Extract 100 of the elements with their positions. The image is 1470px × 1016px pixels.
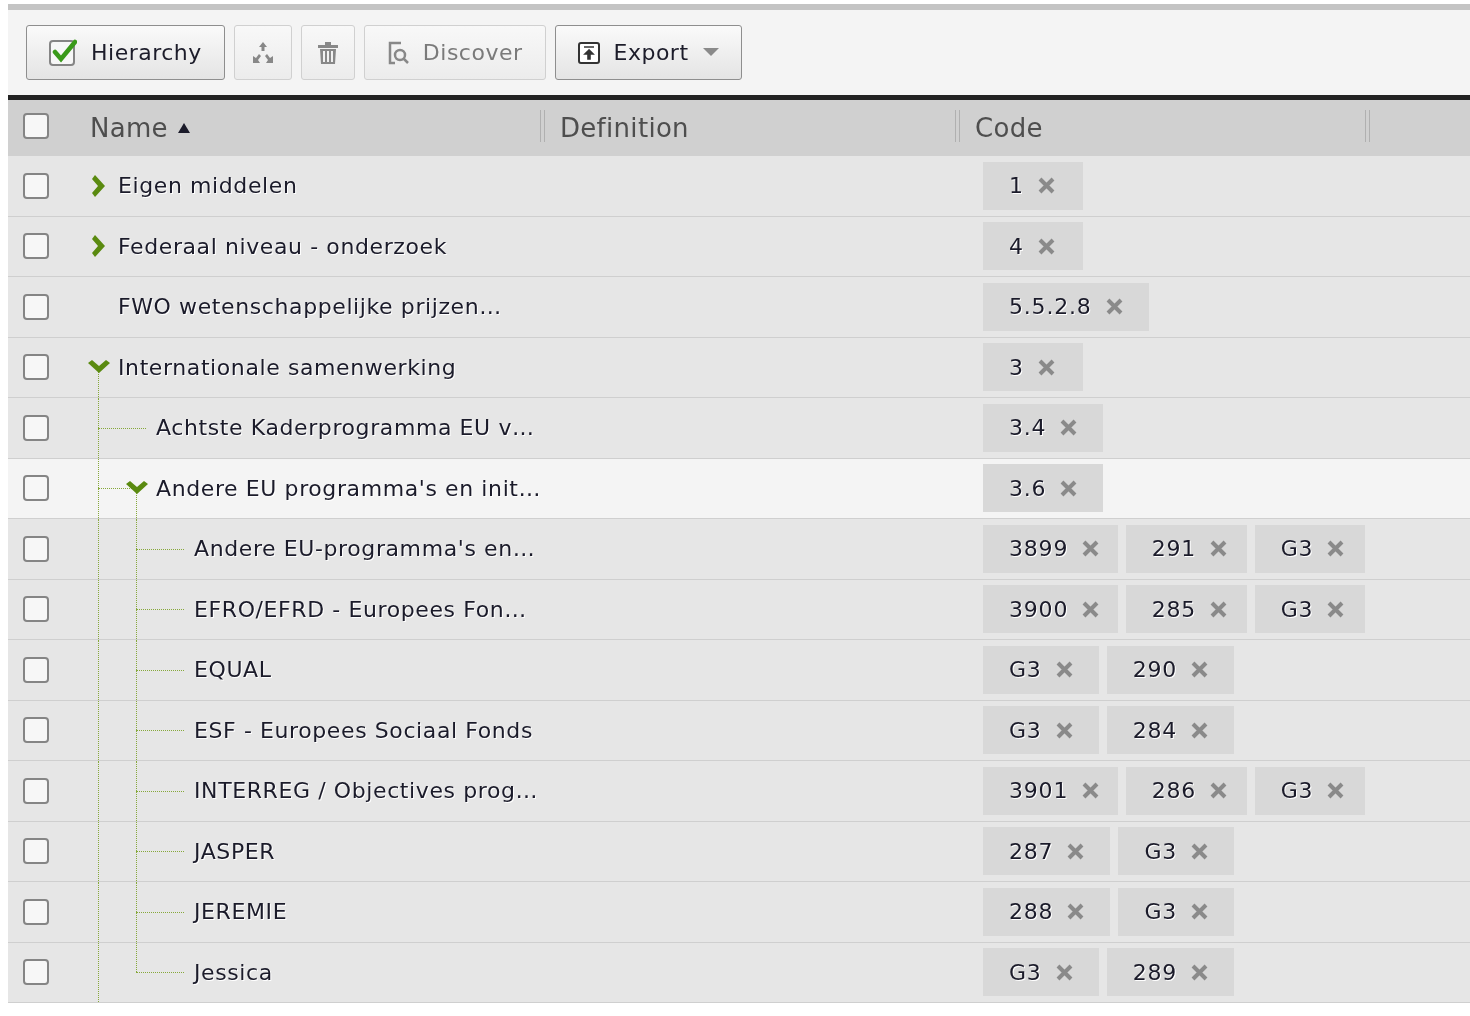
code-label: G3 <box>1009 717 1042 743</box>
remove-icon[interactable] <box>1105 298 1123 316</box>
code-label: G3 <box>1009 657 1042 683</box>
row-checkbox[interactable] <box>23 171 51 200</box>
tree-row[interactable]: Internationale samenwerking 3 <box>8 337 1470 398</box>
tree-row[interactable]: Jessica G3 289 <box>8 942 1470 1003</box>
tree-row[interactable]: Andere EU programma's en init… 3.6 <box>8 458 1470 519</box>
item-name: Achtste Kaderprogramma EU v… <box>156 415 535 441</box>
code-label: 288 <box>1009 899 1054 925</box>
code-label: 3899 <box>1009 536 1069 562</box>
remove-icon[interactable] <box>1191 661 1209 679</box>
code-label: 289 <box>1132 959 1178 985</box>
code-label: 286 <box>1151 778 1197 804</box>
chevron-right-icon[interactable] <box>92 235 106 258</box>
remove-icon[interactable] <box>1082 600 1100 618</box>
code-label: G3 <box>1280 596 1314 622</box>
remove-icon[interactable] <box>1191 721 1209 739</box>
column-header[interactable]: Definition <box>540 100 955 156</box>
tree-row[interactable]: EFRO/EFRD - Europees Fon… 3900 285 G3 <box>8 579 1470 640</box>
code-label: G3 <box>1144 838 1178 864</box>
row-checkbox[interactable] <box>23 958 51 987</box>
row-checkbox[interactable] <box>23 716 51 745</box>
tree-row[interactable]: Andere EU-programma's en… 3899 291 G3 <box>8 519 1470 580</box>
row-checkbox[interactable] <box>23 413 51 442</box>
row-checkbox[interactable] <box>23 595 51 624</box>
export-button[interactable]: Export <box>554 25 742 80</box>
code-label: 1 <box>1009 173 1024 199</box>
remove-icon[interactable] <box>1191 903 1209 921</box>
row-checkbox[interactable] <box>23 776 51 805</box>
tree-row[interactable]: Eigen middelen 1 <box>8 156 1470 217</box>
row-checkbox[interactable] <box>23 232 51 261</box>
remove-icon[interactable] <box>1191 963 1209 981</box>
row-checkbox[interactable] <box>23 353 51 382</box>
row-checkbox[interactable] <box>23 474 51 503</box>
remove-icon[interactable] <box>1082 540 1100 558</box>
tree-row[interactable]: JEREMIE 288 G3 <box>8 882 1470 943</box>
remove-icon[interactable] <box>1067 842 1085 860</box>
chevron-right-icon[interactable] <box>92 174 106 197</box>
caret-icon <box>702 48 719 57</box>
item-name: Andere EU-programma's en… <box>194 536 536 562</box>
column-header[interactable]: Code <box>955 100 1365 156</box>
item-name: Jessica <box>194 959 273 985</box>
item-name: JASPER <box>194 838 276 864</box>
remove-icon[interactable] <box>1055 963 1073 981</box>
item-name: EFRO/EFRD - Europees Fon… <box>194 596 527 622</box>
item-name: FWO wetenschappelijke prijzen… <box>118 294 502 320</box>
tree-row[interactable]: Achtste Kaderprogramma EU v… 3.4 <box>8 398 1470 459</box>
tree-row[interactable]: FWO wetenschappelijke prijzen… 5.5.2.8 <box>8 277 1470 338</box>
remove-icon[interactable] <box>1067 903 1085 921</box>
item-name: Eigen middelen <box>118 173 298 199</box>
code-label: 284 <box>1132 717 1178 743</box>
item-name: INTERREG / Objectives prog… <box>194 778 539 804</box>
hierarchy-button[interactable]: Hierarchy <box>26 25 225 80</box>
tree-row[interactable]: Federaal niveau - onderzoek 4 <box>8 216 1470 277</box>
column-header[interactable]: Name <box>70 100 540 156</box>
tree-row[interactable]: ESF - Europees Sociaal Fonds G3 284 <box>8 700 1470 761</box>
row-checkbox[interactable] <box>23 655 51 684</box>
remove-icon[interactable] <box>1210 540 1228 558</box>
code-label: G3 <box>1144 899 1178 925</box>
remove-icon[interactable] <box>1210 782 1228 800</box>
item-name: ESF - Europees Sociaal Fonds <box>194 717 533 743</box>
remove-icon[interactable] <box>1060 479 1078 497</box>
remove-icon[interactable] <box>1327 600 1345 618</box>
row-checkbox[interactable] <box>23 897 51 926</box>
code-label: G3 <box>1280 778 1314 804</box>
code-label: G3 <box>1280 536 1314 562</box>
tree-row[interactable]: JASPER 287 G3 <box>8 821 1470 882</box>
trash-icon <box>317 41 338 64</box>
row-checkbox[interactable] <box>23 534 51 563</box>
code-label: 3 <box>1009 354 1024 380</box>
remove-icon[interactable] <box>1037 358 1055 376</box>
document-search-icon <box>386 40 409 65</box>
row-checkbox[interactable] <box>23 837 51 866</box>
code-label: 3.4 <box>1009 415 1047 441</box>
remove-icon[interactable] <box>1055 721 1073 739</box>
code-label: 5.5.2.8 <box>1009 294 1092 320</box>
code-label: 291 <box>1151 536 1197 562</box>
code-label: 3.6 <box>1009 475 1047 501</box>
export-icon <box>577 41 600 64</box>
item-name: Federaal niveau - onderzoek <box>118 233 447 259</box>
code-label: 290 <box>1132 657 1178 683</box>
item-name: JEREMIE <box>194 899 288 925</box>
select-all-checkbox[interactable] <box>23 112 51 140</box>
remove-icon[interactable] <box>1082 782 1100 800</box>
remove-icon[interactable] <box>1037 177 1055 195</box>
remove-icon[interactable] <box>1037 237 1055 255</box>
three-arrows-icon <box>250 41 275 64</box>
row-checkbox[interactable] <box>23 292 51 321</box>
remove-icon[interactable] <box>1327 540 1345 558</box>
remove-icon[interactable] <box>1060 419 1078 437</box>
chevron-down-icon[interactable] <box>88 360 110 375</box>
remove-icon[interactable] <box>1191 842 1209 860</box>
code-label: 287 <box>1009 838 1054 864</box>
code-label: 3900 <box>1009 596 1069 622</box>
chevron-down-icon[interactable] <box>126 481 148 496</box>
tree-row[interactable]: INTERREG / Objectives prog… 3901 286 G3 <box>8 761 1470 822</box>
remove-icon[interactable] <box>1055 661 1073 679</box>
remove-icon[interactable] <box>1210 600 1228 618</box>
remove-icon[interactable] <box>1327 782 1345 800</box>
tree-row[interactable]: EQUAL G3 290 <box>8 640 1470 701</box>
